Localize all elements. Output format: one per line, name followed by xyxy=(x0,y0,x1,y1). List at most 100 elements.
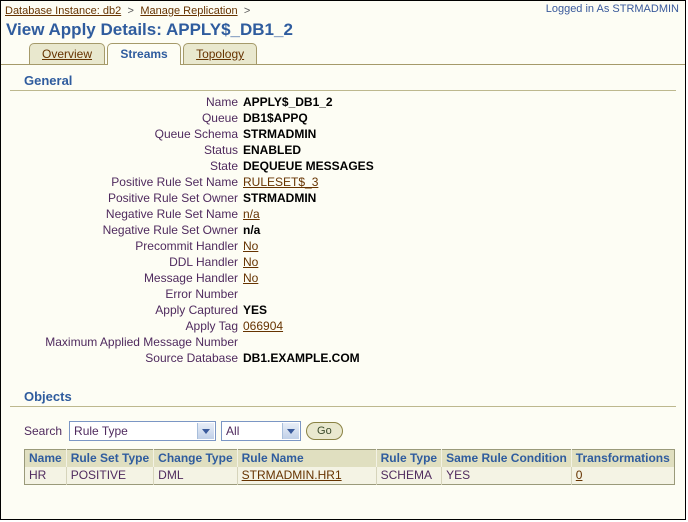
cell-rule-set-type: POSITIVE xyxy=(66,467,155,485)
column-header-transformations[interactable]: Transformations xyxy=(571,449,675,467)
detail-label: Negative Rule Set Name xyxy=(105,207,238,221)
detail-label: Precommit Handler xyxy=(135,239,238,253)
detail-label: Maximum Applied Message Number xyxy=(45,335,238,349)
detail-label: Source Database xyxy=(145,351,238,365)
detail-row: Positive Rule Set Name RULESET$_3 xyxy=(10,175,676,191)
detail-row: Queue DB1$APPQ xyxy=(10,111,676,127)
breadcrumb-separator: > xyxy=(127,5,134,17)
detail-label: Error Number xyxy=(165,287,238,301)
general-divider xyxy=(10,90,676,91)
detail-row: Source Database DB1.EXAMPLE.COM xyxy=(10,351,676,367)
tab-overview-label: Overview xyxy=(42,47,93,61)
breadcrumb-separator: > xyxy=(243,5,251,17)
cell-rule-type: SCHEMA xyxy=(376,467,443,485)
tab-bar: Overview Streams Topology xyxy=(1,43,685,65)
search-label: Search xyxy=(24,424,63,438)
page-title: View Apply Details: APPLY$_DB1_2 xyxy=(6,20,293,39)
chevron-down-icon xyxy=(197,423,215,439)
detail-value: STRMADMIN xyxy=(243,191,317,205)
detail-value: YES xyxy=(243,303,268,317)
objects-table: Name Rule Set Type Change Type Rule Name… xyxy=(24,449,675,485)
detail-row: Status ENABLED xyxy=(10,143,676,159)
breadcrumb-item-manage-replication[interactable]: Manage Replication xyxy=(140,5,237,17)
detail-label: Status xyxy=(203,143,238,157)
objects-heading: Objects xyxy=(24,389,72,404)
detail-row: Queue Schema STRMADMIN xyxy=(10,127,676,143)
detail-value: DB1.EXAMPLE.COM xyxy=(243,351,360,365)
cell-change-type: DML xyxy=(153,467,238,485)
detail-row: Negative Rule Set Owner n/a xyxy=(10,223,676,239)
column-header-same-rule-condition[interactable]: Same Rule Condition xyxy=(441,449,572,467)
detail-row: Negative Rule Set Name n/a xyxy=(10,207,676,223)
general-section: General Name APPLY$_DB1_2 Queue DB1$APPQ… xyxy=(10,65,676,367)
precommit-handler-link[interactable]: No xyxy=(243,239,676,255)
chevron-down-icon xyxy=(282,423,300,439)
breadcrumb: Database Instance: db2 > Manage Replicat… xyxy=(1,1,685,19)
search-controls: Search Rule Type All Go xyxy=(10,411,676,441)
ddl-handler-link[interactable]: No xyxy=(243,255,676,271)
column-header-change-type[interactable]: Change Type xyxy=(153,449,238,467)
detail-row: Apply Tag 066904 xyxy=(10,319,676,335)
detail-value: STRMADMIN xyxy=(243,127,317,141)
search-filter-select[interactable]: All xyxy=(221,421,302,441)
tab-overview[interactable]: Overview xyxy=(29,43,106,64)
tab-topology[interactable]: Topology xyxy=(183,43,258,64)
detail-label: Positive Rule Set Owner xyxy=(107,191,238,205)
detail-label: Queue xyxy=(201,111,238,125)
negative-rule-set-name-link[interactable]: n/a xyxy=(243,207,676,223)
detail-label: Name xyxy=(205,95,238,109)
tab-streams[interactable]: Streams xyxy=(107,43,181,65)
table-row: HR POSITIVE DML STRMADMIN.HR1 SCHEMA YES… xyxy=(24,467,675,485)
rule-name-link[interactable]: STRMADMIN.HR1 xyxy=(242,468,342,482)
breadcrumb-item-database-instance[interactable]: Database Instance: db2 xyxy=(5,5,121,17)
detail-label: Apply Captured xyxy=(155,303,238,317)
detail-value xyxy=(243,335,676,351)
go-button[interactable]: Go xyxy=(306,422,343,440)
column-header-rule-type[interactable]: Rule Type xyxy=(376,449,443,467)
detail-row: Positive Rule Set Owner STRMADMIN xyxy=(10,191,676,207)
detail-row: State DEQUEUE MESSAGES xyxy=(10,159,676,175)
detail-row: Name APPLY$_DB1_2 xyxy=(10,95,676,111)
detail-row: Maximum Applied Message Number xyxy=(10,335,676,351)
detail-label: Apply Tag xyxy=(185,319,238,333)
column-header-rule-name[interactable]: Rule Name xyxy=(237,449,377,467)
apply-tag-link[interactable]: 066904 xyxy=(243,319,676,335)
detail-value: ENABLED xyxy=(243,143,302,157)
detail-value xyxy=(243,287,676,303)
detail-value: DEQUEUE MESSAGES xyxy=(243,159,374,173)
detail-label: DDL Handler xyxy=(169,255,238,269)
objects-divider xyxy=(10,406,676,407)
general-heading: General xyxy=(24,73,73,88)
transformations-link[interactable]: 0 xyxy=(576,468,583,482)
detail-row: Message Handler No xyxy=(10,271,676,287)
detail-row: Precommit Handler No xyxy=(10,239,676,255)
detail-label: Positive Rule Set Name xyxy=(111,175,238,189)
column-header-rule-set-type[interactable]: Rule Set Type xyxy=(66,449,155,467)
detail-value: n/a xyxy=(243,223,261,237)
detail-label: Negative Rule Set Owner xyxy=(102,223,238,237)
search-criteria-value: Rule Type xyxy=(74,424,128,438)
detail-label: Message Handler xyxy=(143,271,238,285)
column-header-name[interactable]: Name xyxy=(24,449,67,467)
detail-row: Error Number xyxy=(10,287,676,303)
detail-row: Apply Captured YES xyxy=(10,303,676,319)
tab-streams-label: Streams xyxy=(120,47,168,61)
general-detail-list: Name APPLY$_DB1_2 Queue DB1$APPQ Queue S… xyxy=(10,95,676,367)
cell-same-rule-condition: YES xyxy=(441,467,572,485)
detail-value: APPLY$_DB1_2 xyxy=(243,95,333,109)
cell-rule-name: STRMADMIN.HR1 xyxy=(237,467,377,485)
search-filter-value: All xyxy=(226,424,240,438)
positive-rule-set-name-link[interactable]: RULESET$_3 xyxy=(243,175,676,191)
page-container: Database Instance: db2 > Manage Replicat… xyxy=(0,0,686,520)
tab-topology-label: Topology xyxy=(196,47,245,61)
cell-name: HR xyxy=(24,467,67,485)
objects-table-wrapper: Name Rule Set Type Change Type Rule Name… xyxy=(10,441,676,485)
objects-section: Objects Search Rule Type All Go Name Rul… xyxy=(10,381,676,485)
logged-in-as-label: Logged in As STRMADMIN xyxy=(545,3,679,15)
table-header-row: Name Rule Set Type Change Type Rule Name… xyxy=(24,449,675,467)
cell-transformations: 0 xyxy=(571,467,675,485)
detail-row: DDL Handler No xyxy=(10,255,676,271)
detail-value: DB1$APPQ xyxy=(243,111,308,125)
message-handler-link[interactable]: No xyxy=(243,271,676,287)
search-criteria-select[interactable]: Rule Type xyxy=(69,421,217,441)
